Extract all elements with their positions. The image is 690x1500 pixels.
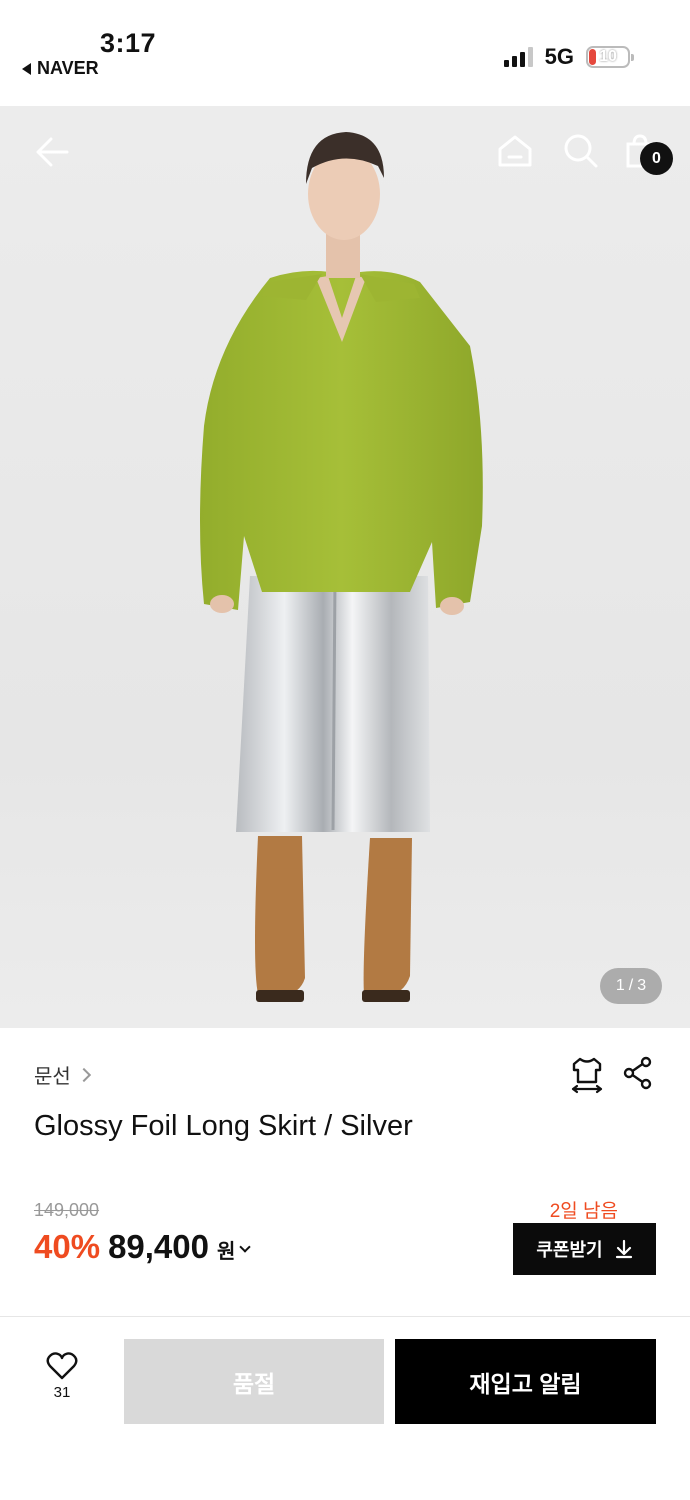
like-button[interactable]: 31 [34,1352,90,1401]
product-image[interactable]: 1 / 3 [0,106,690,1028]
original-price: 149,000 [34,1200,100,1220]
brand-link[interactable]: 문선 [34,1060,91,1089]
pager-total: 3 [637,977,647,994]
battery-fill [589,49,596,65]
network-label: 5G [544,44,574,69]
home-icon[interactable] [494,130,536,172]
image-pager: 1 / 3 [600,968,662,1004]
back-arrow-icon[interactable] [30,130,74,174]
section-divider [0,1316,690,1317]
download-icon [615,1239,632,1259]
restock-alert-button[interactable]: 재입고 알림 [395,1339,656,1424]
search-icon[interactable] [560,130,602,172]
price-row: 40% 89,400 원 [34,1228,252,1266]
coupon-label: 쿠폰받기 [536,1240,603,1260]
share-icon[interactable] [622,1056,654,1099]
signal-icon [503,47,533,67]
status-bar: 3:17 NAVER 5G 10 [0,0,690,106]
model-photo [200,132,483,1002]
get-coupon-button[interactable]: 쿠폰받기 [513,1223,656,1275]
size-guide-icon[interactable] [570,1056,604,1099]
currency-label: 원 [217,1241,236,1263]
like-count: 31 [53,1384,71,1401]
battery-level: 10 [599,48,617,65]
pager-current: 1 [615,977,625,994]
sale-price: 89,400 [108,1228,209,1265]
product-title: Glossy Foil Long Skirt / Silver [34,1110,413,1142]
pager-separator: / [628,977,634,994]
soldout-button: 품절 [124,1339,384,1424]
image-header [0,106,690,196]
status-indicators: 5G 10 [503,44,634,70]
price-details-toggle[interactable]: 원 [217,1235,252,1264]
back-triangle-icon [22,62,31,75]
heart-icon [46,1352,78,1380]
cart-count-badge: 0 [640,142,673,175]
product-actions [570,1056,654,1099]
back-app-label: NAVER [37,58,99,78]
back-to-app-link[interactable]: NAVER [22,58,99,79]
battery-icon: 10 [586,46,634,68]
coupon-days-left: 2일 남음 [549,1201,618,1222]
brand-name: 문선 [34,1066,71,1088]
chevron-down-icon [239,1240,252,1253]
status-time: 3:17 [100,28,157,58]
discount-rate: 40% [34,1228,101,1265]
chevron-right-icon [76,1067,91,1082]
